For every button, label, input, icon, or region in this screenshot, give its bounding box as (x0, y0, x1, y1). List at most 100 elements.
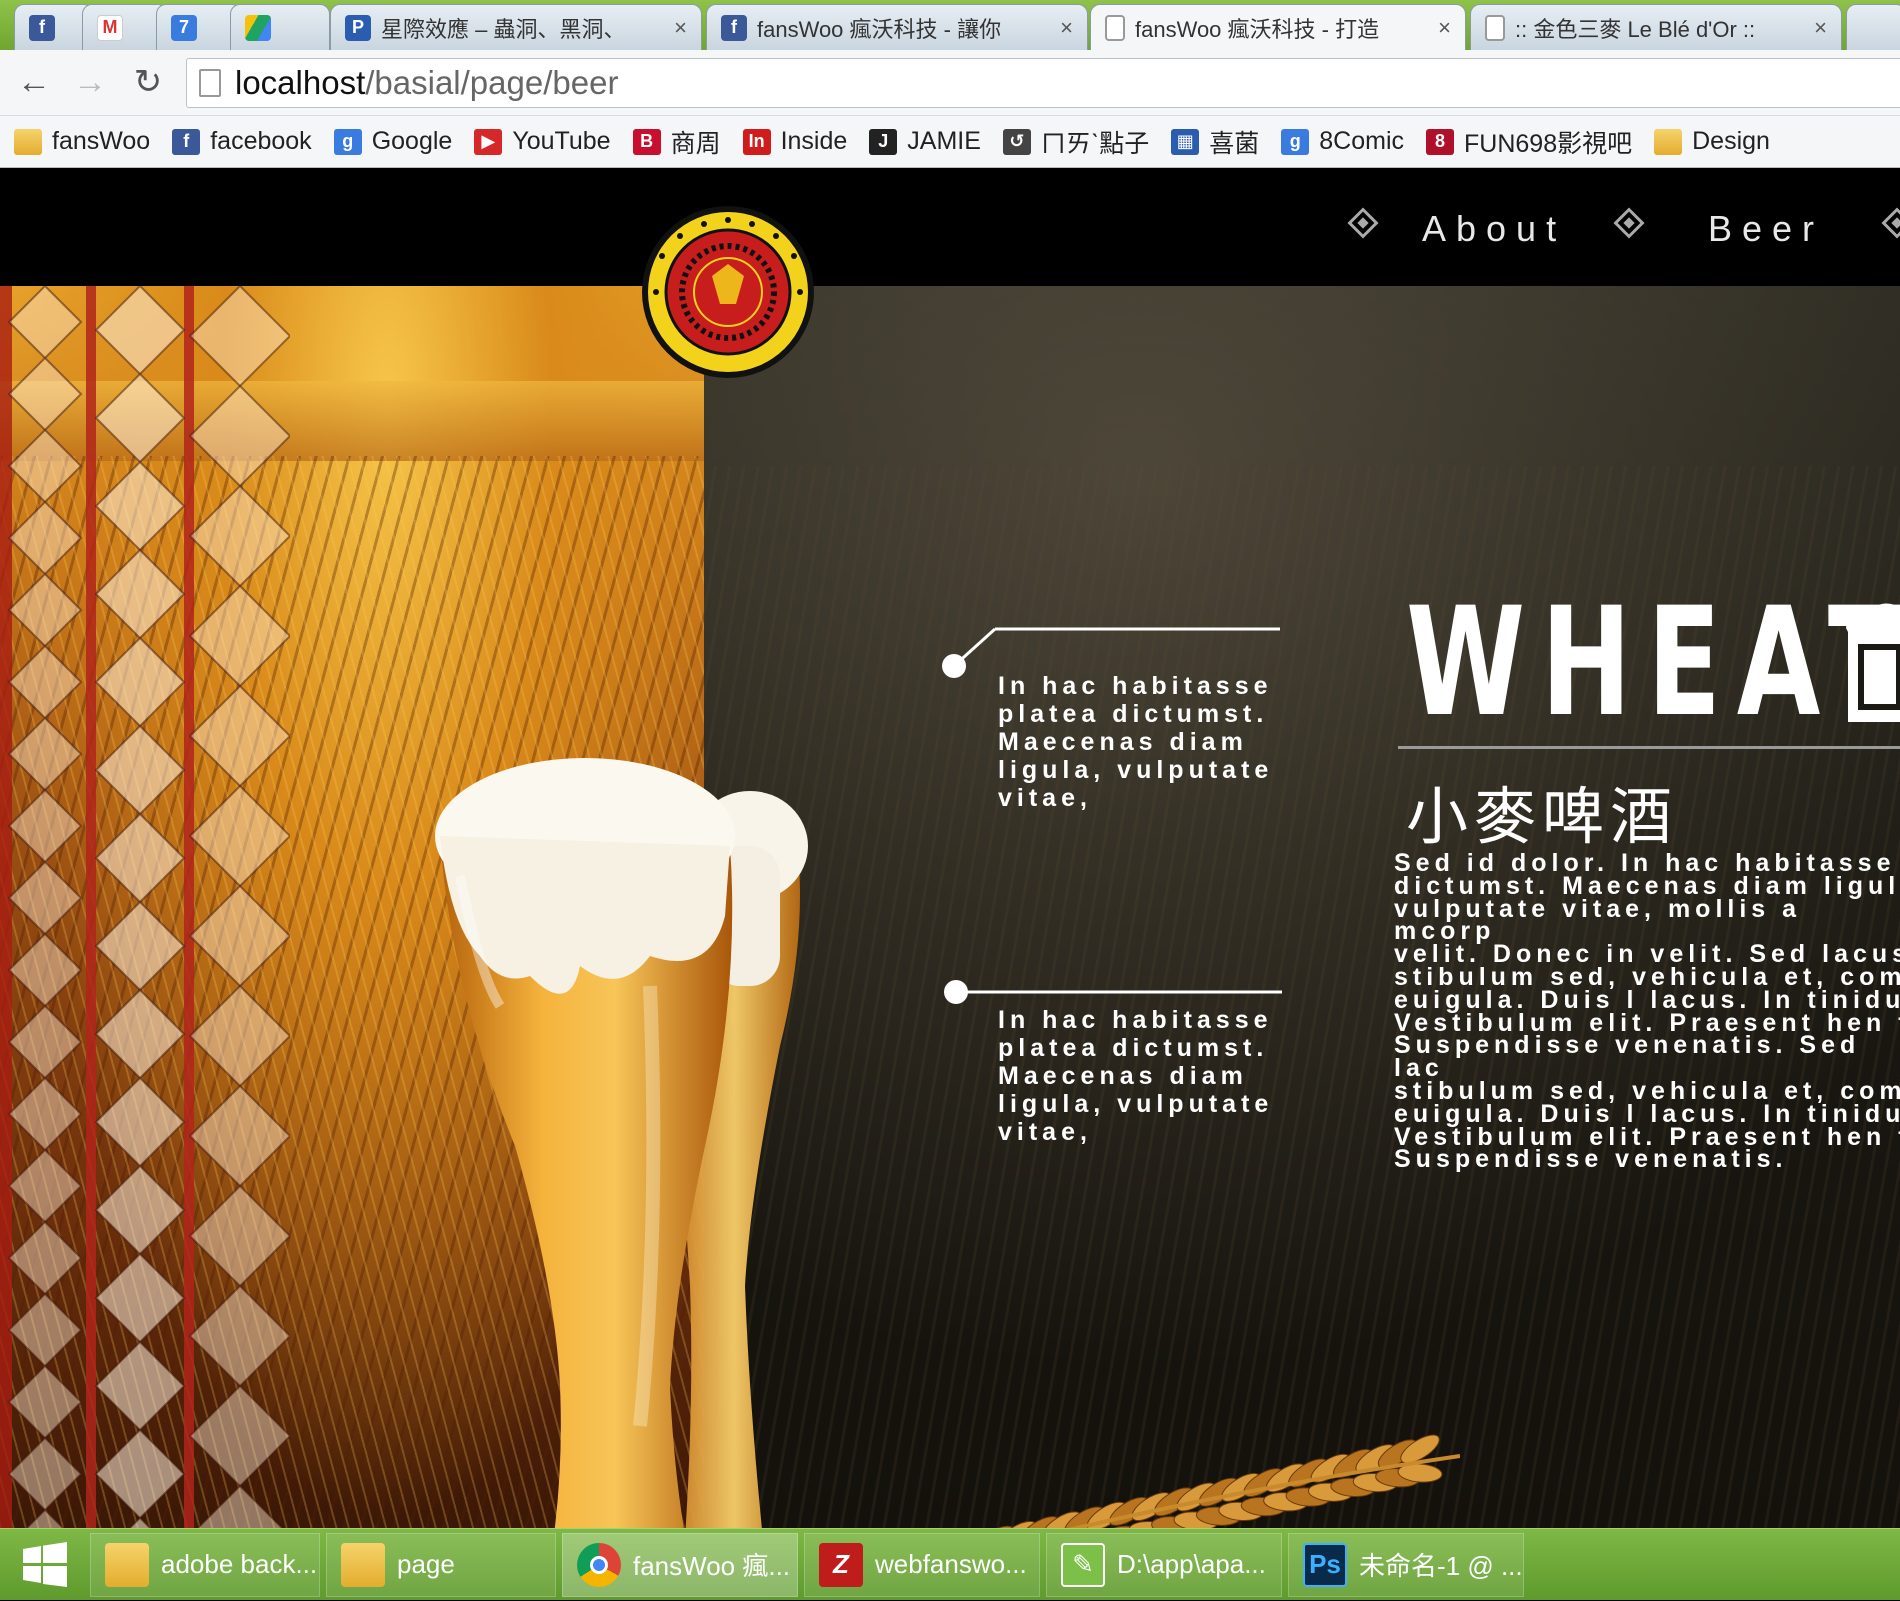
bookmark-item[interactable]: g Google (333, 127, 453, 156)
page-icon (1485, 14, 1505, 41)
taskbar-item-notepad[interactable]: ✎ D:\app\apa... (1046, 1532, 1282, 1597)
bookmark-label: 商周 (670, 129, 721, 158)
close-icon[interactable]: × (1428, 15, 1451, 41)
filezilla-icon: Z (819, 1542, 863, 1587)
facebook-icon: f (29, 14, 55, 41)
bookmark-item[interactable]: In Inside (742, 127, 848, 156)
google-drive-icon (245, 14, 271, 41)
diamond-icon (1613, 207, 1645, 239)
comic-icon: g (1281, 128, 1310, 155)
windows-taskbar: adobe back... page fansWoo 瘋... Z webfan… (0, 1528, 1900, 1600)
bookmark-label: YouTube (512, 127, 611, 155)
tab-title: 星際效應 – 蟲洞、黑洞、 (381, 16, 626, 42)
business-weekly-icon: B (632, 128, 661, 155)
bookmarks-bar: fansWoo f facebook g Google ▶ YouTube B 商周 In Insi… (0, 116, 1900, 168)
browser-toolbar: ← → ↻ localhost/basial/page/beer (0, 50, 1900, 116)
tribal-diamond-pattern (0, 286, 290, 1528)
page-icon (199, 69, 221, 97)
inside-icon: In (742, 128, 771, 155)
reload-button[interactable]: ↻ (128, 62, 168, 102)
close-icon[interactable]: × (1804, 15, 1827, 41)
tab-title: fansWoo 瘋沃科技 - 讓你 (757, 16, 1002, 42)
jamie-icon: J (869, 128, 898, 155)
bookmark-label: Google (371, 127, 453, 155)
bookmark-item[interactable]: ▶ YouTube (474, 127, 611, 156)
tab-fanswoo-active[interactable]: fansWoo 瘋沃科技 - 打造 × (1090, 4, 1466, 50)
address-path: /basial/page/beer (365, 64, 619, 101)
bookmark-item[interactable]: g 8Comic (1281, 127, 1404, 156)
nav-about-link[interactable]: About (1422, 208, 1566, 250)
taskbar-item-label: adobe back... (161, 1549, 318, 1579)
beer-title: WHEAT (1406, 576, 1900, 750)
beer-glasses-image (435, 758, 808, 1528)
taskbar-item-label: D:\app\apa... (1117, 1549, 1266, 1579)
callout-2-line (944, 980, 1282, 1004)
start-button[interactable] (0, 1529, 90, 1601)
nav-beer-link[interactable]: Beer (1708, 208, 1824, 250)
beer-subtitle: 小麥啤酒 (1406, 780, 1679, 853)
tab-strip: f M 7 P 星際效應 – 蟲洞、黑洞、 × f fansWoo 瘋沃科技 -… (0, 0, 1900, 50)
taskbar-item-filezilla[interactable]: Z webfanswo... (804, 1532, 1040, 1597)
address-bar[interactable]: localhost/basial/page/beer (186, 58, 1900, 108)
bookmark-item[interactable]: 8 FUN698影視吧 (1426, 124, 1632, 160)
taskbar-item-label: fansWoo 瘋... (633, 1551, 791, 1581)
taskbar-item-label: webfanswo... (875, 1549, 1027, 1579)
new-tab-button[interactable] (1846, 4, 1900, 50)
bookmark-label: Inside (780, 127, 848, 155)
bookmark-label: Design (1692, 127, 1770, 155)
wheat-ear-image (974, 1434, 1460, 1528)
taskbar-item-page[interactable]: page (326, 1532, 556, 1597)
page-icon (1105, 14, 1125, 41)
title-divider (1398, 746, 1900, 749)
google-plus-icon: g (333, 128, 362, 155)
tab-fanswoo-fb[interactable]: f fansWoo 瘋沃科技 - 讓你 × (706, 4, 1088, 50)
bookmark-label: fansWoo (52, 127, 151, 155)
tab-interstellar[interactable]: P 星際效應 – 蟲洞、黑洞、 × (330, 4, 702, 50)
notepad-icon: ✎ (1061, 1542, 1105, 1587)
bookmark-item[interactable]: B 商周 (632, 124, 721, 160)
back-button[interactable]: ← (14, 62, 54, 102)
bookmark-item[interactable]: J JAMIE (869, 127, 981, 156)
bookmark-label: FUN698影視吧 (1464, 129, 1633, 158)
brand-logo[interactable] (640, 204, 816, 380)
taskbar-item-label: page (397, 1549, 455, 1579)
close-icon[interactable]: × (1050, 15, 1073, 41)
tab-title: fansWoo 瘋沃科技 - 打造 (1135, 16, 1380, 42)
fun698-icon: 8 (1426, 128, 1455, 155)
folder-icon (341, 1542, 385, 1587)
web-page: About Beer In hac habitasse platea dictu… (0, 168, 1900, 1528)
bookmark-item[interactable]: f facebook (172, 127, 312, 156)
facebook-icon: f (172, 128, 201, 155)
gmail-icon: M (97, 14, 123, 41)
bookmark-item[interactable]: Design (1654, 127, 1770, 156)
bookmark-label: facebook (210, 127, 312, 155)
bookmark-item[interactable]: fansWoo (14, 127, 150, 156)
bookmark-item[interactable]: ▦ 喜菌 (1171, 124, 1259, 160)
address-host: localhost (235, 64, 366, 101)
diamond-icon (1881, 207, 1900, 239)
bookmark-label: 8Comic (1319, 127, 1405, 155)
chrome-icon (577, 1542, 621, 1587)
taskbar-item-photoshop[interactable]: Ps 未命名-1 @ ... (1288, 1532, 1524, 1597)
folder-icon (14, 128, 42, 155)
taskbar-item-label: 未命名-1 @ ... (1359, 1551, 1523, 1581)
calendar-icon: 7 (171, 14, 197, 41)
photoshop-icon: Ps (1303, 1542, 1347, 1587)
bookmark-item[interactable]: ↺ ㄇㄞˋ點子 (1002, 124, 1150, 160)
bookmark-label: ㄇㄞˋ點子 (1040, 129, 1150, 158)
taskbar-item-chrome[interactable]: fansWoo 瘋... (562, 1532, 798, 1597)
youtube-icon: ▶ (474, 128, 503, 155)
bookmark-label: 喜菌 (1209, 129, 1260, 158)
taskbar-item-adobe-backup[interactable]: adobe back... (90, 1532, 320, 1597)
tab-google-drive[interactable] (230, 4, 330, 50)
callout-1-text: In hac habitasse platea dictumst. Maecen… (998, 672, 1274, 812)
tab-le-ble-dor[interactable]: :: 金色三麥 Le Blé d'Or :: × (1470, 4, 1842, 50)
grid-icon: ▦ (1171, 128, 1200, 155)
beer-mug-icon (1846, 603, 1900, 722)
callout-2-text: In hac habitasse platea dictumst. Maecen… (998, 1006, 1274, 1146)
close-icon[interactable]: × (664, 15, 687, 41)
site-navbar: About Beer (0, 168, 1900, 286)
forward-button[interactable]: → (70, 62, 110, 102)
bookmark-label: JAMIE (907, 127, 981, 155)
windows-icon (23, 1541, 67, 1587)
